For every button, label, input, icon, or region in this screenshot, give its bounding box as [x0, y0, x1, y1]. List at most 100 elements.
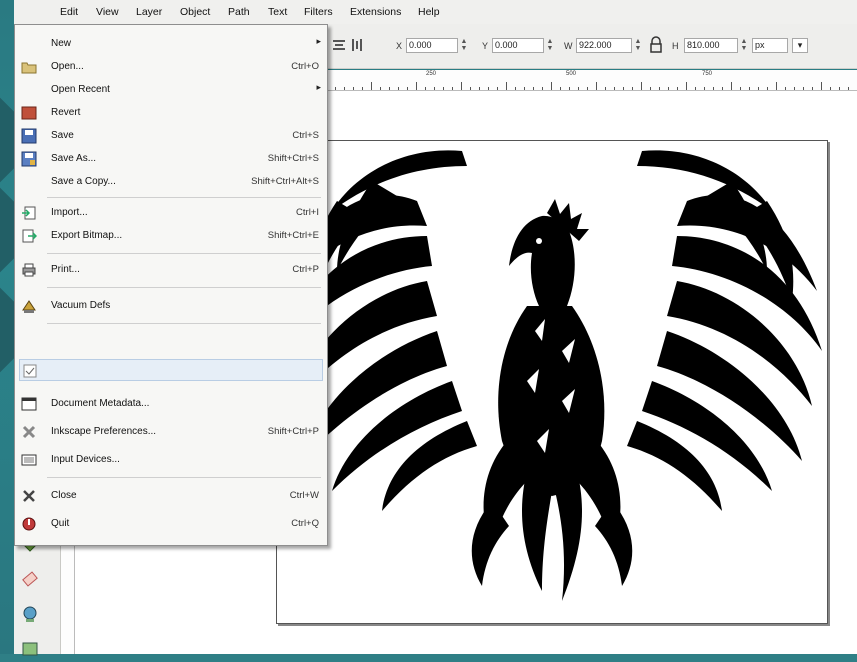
document-page[interactable] [276, 140, 828, 624]
unit-select[interactable]: px [752, 38, 788, 53]
tool-icon[interactable] [20, 639, 40, 659]
ruler-tick [416, 82, 417, 90]
ruler-tick [380, 87, 381, 90]
menu-path[interactable]: Path [228, 6, 250, 18]
ruler-tick [335, 87, 336, 90]
submenu-arrow-icon: ▸ [316, 82, 321, 92]
distribute-icon[interactable] [350, 38, 364, 52]
eraser-tool[interactable] [20, 569, 40, 589]
ruler-tick [605, 87, 606, 90]
menu-object[interactable]: Object [180, 6, 210, 18]
connector-tool[interactable] [20, 604, 40, 624]
menu-item-label: Print... [51, 264, 80, 275]
menu-item-shortcut: Ctrl+O [291, 61, 319, 72]
unit-value: px [755, 40, 765, 50]
menu-item-vacuum-defs[interactable]: Vacuum Defs [15, 295, 327, 317]
menu-item-shortcut: Shift+Ctrl+P [267, 426, 319, 437]
quit-icon [21, 516, 37, 532]
ruler-tick [740, 87, 741, 90]
ruler-tick [353, 87, 354, 90]
y-label: Y [482, 41, 489, 51]
h-spinner[interactable]: ▲ ▼ [740, 38, 748, 53]
ruler-tick [596, 82, 597, 90]
menu-item-save-copy[interactable]: Save a Copy... Shift+Ctrl+Alt+S [15, 171, 327, 193]
menu-item-preferences[interactable]: Inkscape Preferences... Shift+Ctrl+P [15, 421, 327, 443]
menu-separator [47, 287, 321, 288]
ruler-tick [632, 87, 633, 90]
menu-layer[interactable]: Layer [136, 6, 162, 18]
align-icon[interactable] [332, 38, 346, 52]
ruler-tick [479, 87, 480, 90]
y-spinner[interactable]: ▲ ▼ [546, 38, 554, 53]
w-spinner[interactable]: ▲ ▼ [634, 38, 642, 53]
width-field[interactable]: 922.000 [576, 38, 632, 53]
menu-item-save[interactable]: Save Ctrl+S [15, 125, 327, 147]
save-as-icon [21, 151, 37, 167]
ruler-tick [803, 87, 804, 90]
x-field[interactable]: 0.000 [406, 38, 458, 53]
menu-item-shortcut: Ctrl+W [289, 490, 319, 501]
checkbox-icon [22, 363, 38, 379]
menu-item-open[interactable]: Open... Ctrl+O [15, 56, 327, 78]
ruler-tick [533, 87, 534, 90]
menu-item-label: Close [51, 490, 77, 501]
menu-item-close[interactable]: Close Ctrl+W [15, 485, 327, 507]
phoenix-artwork[interactable] [277, 141, 827, 623]
ruler-tick [551, 82, 552, 90]
menu-item-label: Import... [51, 207, 88, 218]
ruler-tick [641, 82, 642, 90]
menu-item-shortcut: Ctrl+S [292, 130, 319, 141]
menu-help[interactable]: Help [418, 6, 440, 18]
lock-ratio-icon[interactable] [648, 36, 664, 54]
unit-dropdown-button[interactable]: ▾ [792, 38, 808, 53]
ruler-tick [731, 82, 732, 90]
ruler-label: 750 [702, 71, 713, 77]
menu-text[interactable]: Text [268, 6, 287, 18]
ruler-tick [830, 87, 831, 90]
ruler-tick [650, 87, 651, 90]
ruler-tick [749, 87, 750, 90]
ruler-tick [434, 87, 435, 90]
menu-extensions[interactable]: Extensions [350, 6, 401, 18]
menu-edit[interactable]: Edit [60, 6, 78, 18]
menu-item-label: Inkscape Preferences... [51, 426, 157, 437]
preferences-icon [21, 424, 37, 440]
ruler-tick [587, 87, 588, 90]
menu-item-revert[interactable]: Revert [15, 102, 327, 124]
menu-separator [47, 323, 321, 324]
menu-item-label: Revert [51, 107, 81, 118]
menu-item-import[interactable]: Import... Ctrl+I [15, 202, 327, 224]
ruler-tick [785, 87, 786, 90]
menubar: Edit View Layer Object Path Text Filters… [14, 0, 857, 25]
menu-item-document-metadata[interactable]: Document Metadata... [15, 393, 327, 415]
menu-item-new[interactable]: New ▸ [15, 33, 327, 55]
export-icon [21, 228, 38, 244]
ruler-tick [623, 87, 624, 90]
menu-view[interactable]: View [96, 6, 119, 18]
ruler-tick [398, 87, 399, 90]
menu-item-input-devices[interactable]: Input Devices... [15, 449, 327, 471]
menu-item-save-as[interactable]: Save As... Shift+Ctrl+S [15, 148, 327, 170]
ruler-tick [713, 87, 714, 90]
menu-item-export-bitmap[interactable]: Export Bitmap... Shift+Ctrl+E [15, 225, 327, 247]
ruler-tick [461, 82, 462, 90]
ruler-tick [524, 87, 525, 90]
revert-icon [21, 105, 37, 121]
ruler-tick [443, 87, 444, 90]
import-icon [21, 205, 37, 221]
menu-item-print[interactable]: Print... Ctrl+P [15, 259, 327, 281]
menu-item-label: Export Bitmap... [51, 230, 123, 241]
ruler-tick [794, 87, 795, 90]
menu-filters[interactable]: Filters [304, 6, 333, 18]
ruler-tick [407, 87, 408, 90]
menu-item-label: New [51, 38, 72, 49]
y-field[interactable]: 0.000 [492, 38, 544, 53]
menu-item-label: Input Devices... [51, 454, 120, 465]
x-spinner[interactable]: ▲ ▼ [460, 38, 468, 53]
menu-item-highlighted[interactable] [19, 359, 323, 381]
menu-item-label: Open Recent [51, 84, 110, 95]
menu-item-open-recent[interactable]: Open Recent ▸ [15, 79, 327, 101]
menu-item-quit[interactable]: Quit Ctrl+Q [15, 513, 327, 535]
height-field[interactable]: 810.000 [684, 38, 738, 53]
ruler-label: 500 [566, 71, 577, 77]
